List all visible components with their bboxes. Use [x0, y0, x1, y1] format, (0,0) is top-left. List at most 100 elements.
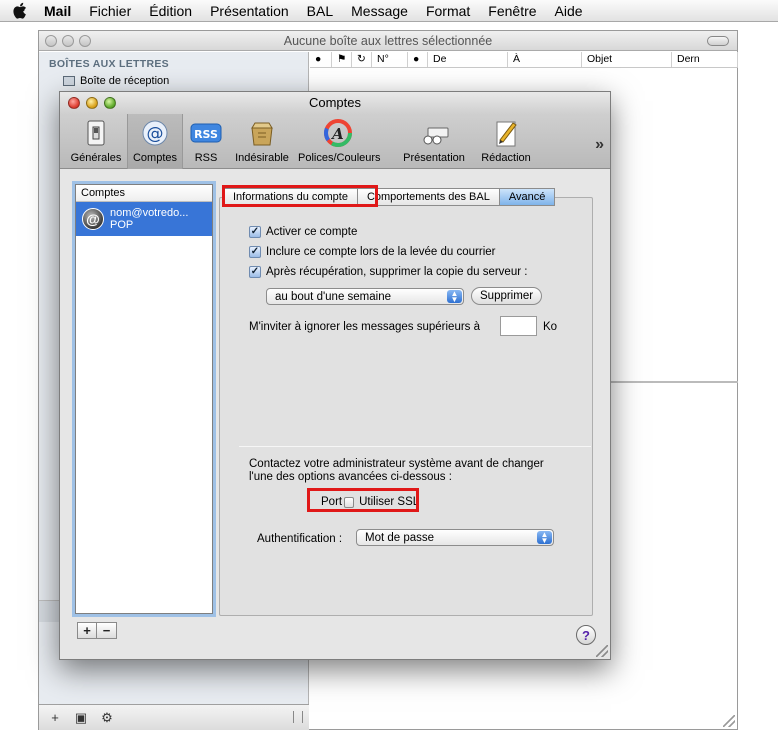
include-account-option[interactable]: ✓ Inclure ce compte lors de la levée du … — [249, 246, 495, 258]
column-number[interactable]: N° — [372, 52, 408, 67]
column-to[interactable]: À — [508, 52, 582, 67]
composing-icon — [496, 121, 517, 147]
toolbar-label-generales: Générales — [70, 152, 122, 164]
message-list-header: ● ⚑ ↻ N° ● De À Objet Dern — [310, 52, 738, 68]
prefs-resize-handle[interactable] — [596, 645, 608, 657]
switch-icon — [87, 120, 105, 146]
remove-copy-checkbox[interactable]: ✓ — [249, 266, 261, 278]
size-unit-label: Ko — [543, 321, 558, 333]
highlight-box-account-info — [222, 185, 378, 207]
prefs-titlebar: Comptes — [60, 92, 610, 114]
toolbar-label-presentation: Présentation — [403, 152, 465, 164]
sidebar-resize-handle[interactable] — [293, 711, 303, 723]
admin-note-line2: l'une des options avancées ci-dessous : — [249, 471, 452, 483]
minimize-button[interactable] — [62, 35, 74, 47]
column-attachment[interactable]: ● — [408, 52, 428, 67]
toolbar-label-indesirable: Indésirable — [235, 152, 289, 164]
menu-message[interactable]: Message — [342, 3, 417, 19]
gear-icon[interactable]: ⚙ — [97, 709, 117, 727]
inbox-label: Boîte de réception — [80, 75, 170, 87]
tab-avance[interactable]: Avancé — [499, 188, 556, 206]
section-divider — [239, 446, 591, 447]
tab-comportements-des-bal[interactable]: Comportements des BAL — [357, 188, 500, 206]
authentication-popup[interactable]: Mot de passe ▲ ▼ — [356, 529, 554, 546]
svg-text:@: @ — [147, 124, 164, 144]
menu-bar: Mail Fichier Édition Présentation BAL Me… — [0, 0, 778, 22]
remove-now-button[interactable]: Supprimer — [471, 287, 543, 305]
menu-fenetre[interactable]: Fenêtre — [479, 3, 545, 19]
apple-menu-icon[interactable] — [12, 2, 30, 20]
prefs-close-button[interactable] — [68, 97, 80, 109]
include-account-checkbox[interactable]: ✓ — [249, 246, 261, 258]
svg-text:A: A — [330, 125, 344, 143]
toolbar-label-rss: RSS — [194, 152, 218, 164]
menu-presentation[interactable]: Présentation — [201, 3, 298, 19]
accounts-preferences-window: Comptes Générales @ Comptes RSS RSS Indé… — [59, 91, 611, 660]
account-settings-panel — [219, 197, 593, 616]
sidebar-item-inbox[interactable]: Boîte de réception — [39, 73, 308, 89]
show-hide-icon[interactable]: ▣ — [71, 709, 91, 727]
remove-after-popup[interactable]: au bout d'une semaine ▲ ▼ — [266, 288, 464, 305]
toolbar-item-generales[interactable]: Générales — [66, 114, 126, 169]
menu-bal[interactable]: BAL — [298, 3, 342, 19]
fonts-colors-icon: A — [324, 119, 352, 147]
prefs-content: Comptes @ nom@votredo... POP + − Informa… — [60, 170, 610, 659]
toolbar-overflow-chevron-icon[interactable]: » — [595, 136, 604, 154]
remove-copy-option[interactable]: ✓ Après récupération, supprimer la copie… — [249, 266, 527, 278]
toolbar-item-presentation[interactable]: Présentation — [400, 114, 468, 169]
account-row[interactable]: @ nom@votredo... POP — [76, 202, 212, 236]
sidebar-action-bar: + ▣ ⚙ — [39, 704, 309, 730]
popup-arrows-icon: ▲ ▼ — [537, 530, 552, 544]
menu-format[interactable]: Format — [417, 3, 479, 19]
accounts-list: Comptes @ nom@votredo... POP — [75, 184, 213, 614]
mailboxes-header: BOÎTES AUX LETTRES — [49, 58, 169, 70]
include-account-label: Inclure ce compte lors de la levée du co… — [266, 246, 496, 258]
menu-aide[interactable]: Aide — [546, 3, 592, 19]
at-icon: @ — [142, 120, 168, 146]
enable-account-checkbox[interactable]: ✓ — [249, 226, 261, 238]
remove-copy-label: Après récupération, supprimer la copie d… — [266, 266, 528, 278]
prefs-minimize-button[interactable] — [86, 97, 98, 109]
prompt-ignore-label: M'inviter à ignorer les messages supérie… — [249, 321, 481, 333]
column-subject[interactable]: Objet — [582, 52, 672, 67]
account-type: POP — [110, 219, 134, 231]
prefs-window-controls — [68, 97, 116, 109]
add-account-button[interactable]: + — [77, 622, 97, 639]
toolbar-item-rss[interactable]: RSS RSS — [186, 114, 226, 169]
rss-icon: RSS — [190, 123, 222, 143]
column-unread[interactable]: ● — [310, 52, 332, 67]
toolbar-toggle-button[interactable] — [707, 36, 729, 46]
accounts-list-header: Comptes — [76, 185, 212, 202]
toolbar-label-redaction: Rédaction — [481, 152, 531, 164]
help-button[interactable]: ? — [576, 625, 596, 645]
add-mailbox-button[interactable]: + — [45, 709, 65, 727]
column-from[interactable]: De — [428, 52, 508, 67]
close-button[interactable] — [45, 35, 57, 47]
svg-text:RSS: RSS — [194, 128, 218, 141]
junk-icon — [251, 122, 273, 146]
account-at-icon: @ — [82, 208, 104, 230]
toolbar-item-indesirable[interactable]: Indésirable — [230, 114, 294, 169]
menu-app-mail[interactable]: Mail — [44, 3, 80, 19]
main-window-titlebar: Aucune boîte aux lettres sélectionnée — [39, 31, 737, 51]
menu-edition[interactable]: Édition — [140, 3, 201, 19]
remove-account-button[interactable]: − — [97, 622, 117, 639]
window-resize-handle[interactable] — [723, 715, 735, 727]
popup-arrows-icon: ▲ ▼ — [447, 289, 462, 303]
menu-fichier[interactable]: Fichier — [80, 3, 140, 19]
message-size-input[interactable] — [500, 316, 537, 336]
authentication-value: Mot de passe — [365, 532, 435, 544]
column-date[interactable]: Dern — [672, 52, 738, 67]
account-name: nom@votredo... — [110, 207, 189, 219]
toolbar-item-comptes[interactable]: @ Comptes — [127, 114, 183, 169]
enable-account-option[interactable]: ✓ Activer ce compte — [249, 226, 357, 238]
account-add-remove: + − — [77, 622, 117, 639]
column-flag[interactable]: ⚑ — [332, 52, 352, 67]
toolbar-item-redaction[interactable]: Rédaction — [476, 114, 536, 169]
column-status[interactable]: ↻ — [352, 52, 372, 67]
enable-account-label: Activer ce compte — [266, 226, 358, 238]
prefs-zoom-button[interactable] — [104, 97, 116, 109]
toolbar-item-polices-couleurs[interactable]: A Polices/Couleurs — [298, 114, 381, 169]
zoom-button[interactable] — [79, 35, 91, 47]
prefs-title: Comptes — [308, 95, 362, 110]
